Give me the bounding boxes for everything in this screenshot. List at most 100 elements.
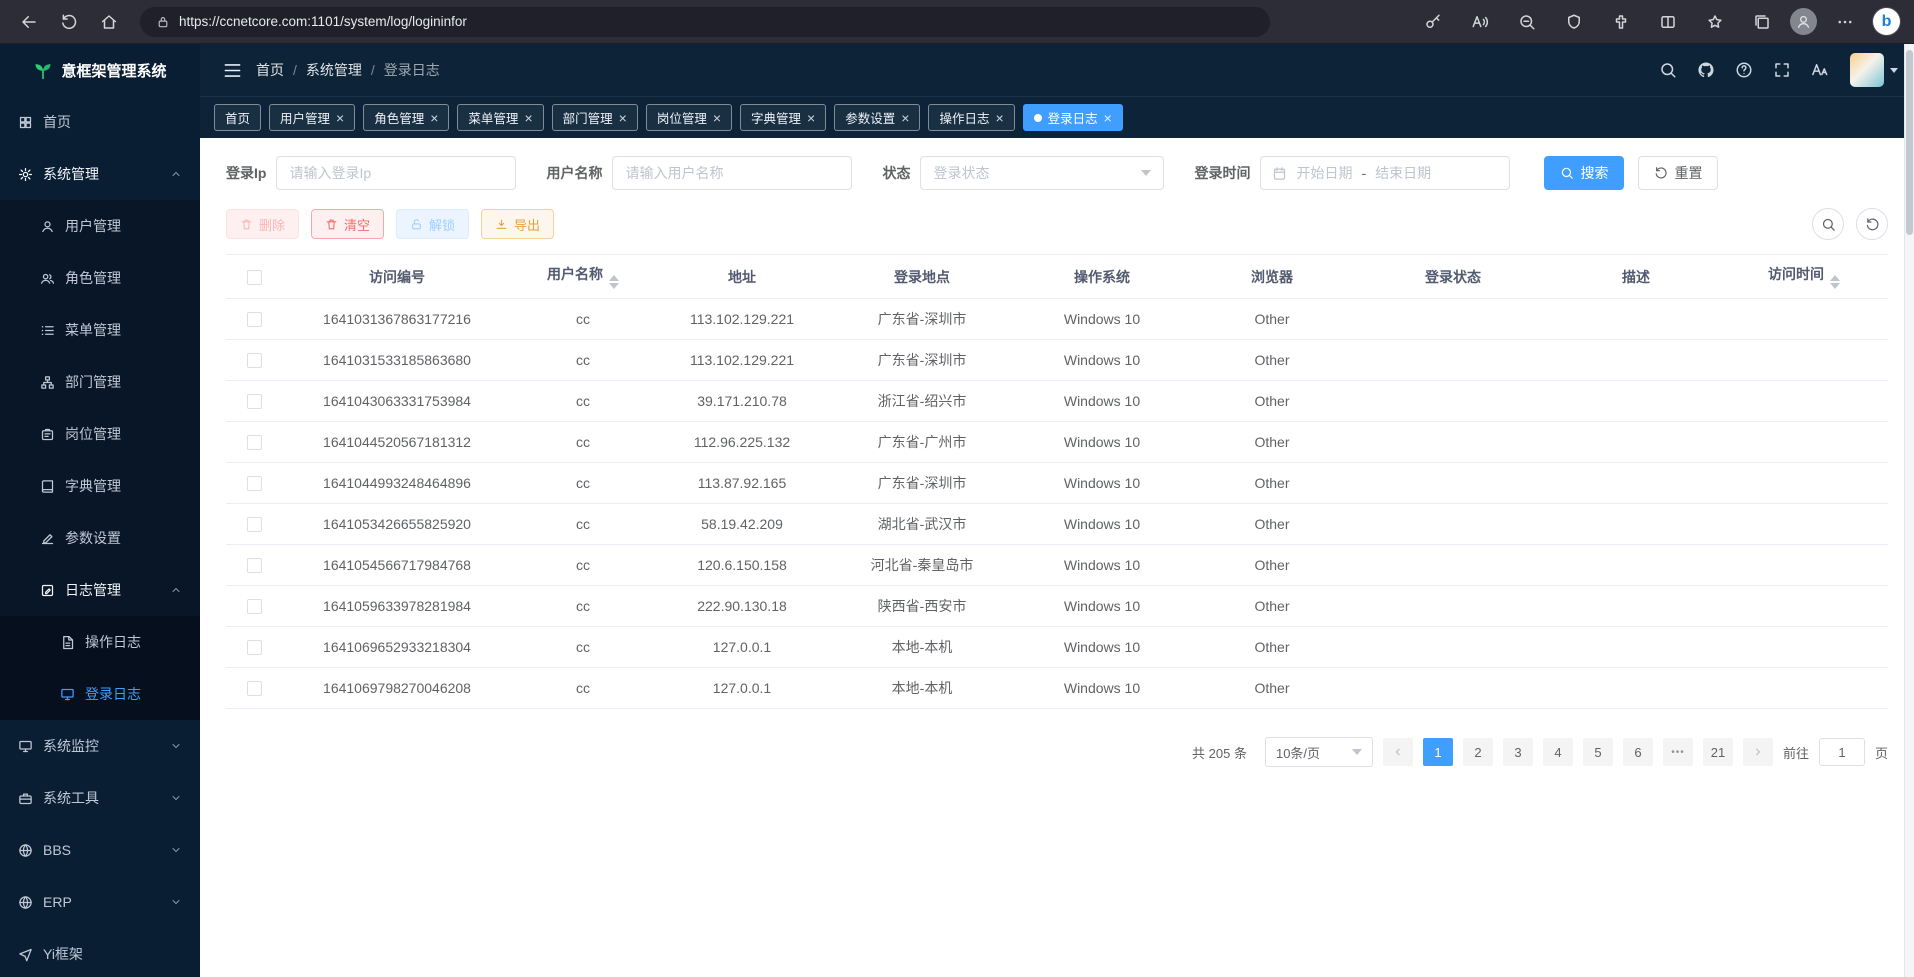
tab-close-icon[interactable]: × xyxy=(524,111,532,125)
clear-button[interactable]: 清空 xyxy=(311,209,384,239)
reset-button[interactable]: 重置 xyxy=(1638,156,1718,190)
table-row[interactable]: 1641069798270046208 cc 127.0.0.1 本地-本机 W… xyxy=(226,668,1888,709)
table-row[interactable]: 1641031367863177216 cc 113.102.129.221 广… xyxy=(226,299,1888,340)
toggle-search-button[interactable] xyxy=(1812,208,1844,240)
page-button-6[interactable]: 6 xyxy=(1623,738,1653,766)
sidebar-item-param[interactable]: 参数设置 xyxy=(0,512,200,564)
tab-close-icon[interactable]: × xyxy=(995,111,1003,125)
table-row[interactable]: 1641053426655825920 cc 58.19.42.209 湖北省-… xyxy=(226,504,1888,545)
github-button[interactable] xyxy=(1690,54,1722,86)
row-checkbox[interactable] xyxy=(247,558,262,573)
row-checkbox[interactable] xyxy=(247,435,262,450)
browser-address-bar[interactable]: https://ccnetcore.com:1101/system/log/lo… xyxy=(140,7,1270,37)
tab-close-icon[interactable]: × xyxy=(1104,111,1112,125)
tab-dict[interactable]: 字典管理 × xyxy=(740,104,826,131)
scrollbar-thumb[interactable] xyxy=(1906,50,1913,235)
tab-role[interactable]: 角色管理 × xyxy=(363,104,449,131)
page-size-select[interactable]: 10条/页 xyxy=(1265,737,1373,767)
goto-page-input[interactable] xyxy=(1819,738,1865,766)
user-avatar[interactable] xyxy=(1850,53,1898,87)
table-row[interactable]: 1641069652933218304 cc 127.0.0.1 本地-本机 W… xyxy=(226,627,1888,668)
browser-refresh-button[interactable] xyxy=(50,5,88,39)
browser-home-button[interactable] xyxy=(90,5,128,39)
row-checkbox[interactable] xyxy=(247,681,262,696)
search-button[interactable]: 搜索 xyxy=(1544,156,1624,190)
split-screen-button[interactable] xyxy=(1649,5,1687,39)
tab-home[interactable]: 首页 xyxy=(214,104,261,131)
font-size-button[interactable] xyxy=(1804,54,1836,86)
breadcrumb-item-system[interactable]: 系统管理 xyxy=(306,60,362,80)
header-search-button[interactable] xyxy=(1652,54,1684,86)
collections-button[interactable] xyxy=(1743,5,1781,39)
export-button[interactable]: 导出 xyxy=(481,209,554,239)
column-header-time[interactable]: 访问时间 xyxy=(1720,255,1888,299)
vertical-scrollbar[interactable] xyxy=(1904,44,1914,977)
favorites-button[interactable] xyxy=(1696,5,1734,39)
tab-post[interactable]: 岗位管理 × xyxy=(646,104,732,131)
row-checkbox[interactable] xyxy=(247,640,262,655)
page-button-3[interactable]: 3 xyxy=(1503,738,1533,766)
copilot-bing-icon[interactable]: b xyxy=(1873,8,1900,35)
sort-caret-icon[interactable] xyxy=(1830,275,1840,289)
sidebar-item-monitor[interactable]: 系统监控 xyxy=(0,720,200,772)
row-checkbox[interactable] xyxy=(247,517,262,532)
sidebar-item-home[interactable]: 首页 xyxy=(0,96,200,148)
fullscreen-button[interactable] xyxy=(1766,54,1798,86)
refresh-table-button[interactable] xyxy=(1856,208,1888,240)
table-row[interactable]: 1641054566717984768 cc 120.6.150.158 河北省… xyxy=(226,545,1888,586)
login-ip-input[interactable] xyxy=(276,156,516,190)
login-time-range-picker[interactable]: 开始日期 - 结束日期 xyxy=(1260,156,1510,190)
browser-profile-avatar[interactable] xyxy=(1790,8,1817,35)
breadcrumb-item-home[interactable]: 首页 xyxy=(256,60,284,80)
sidebar-item-loginlog[interactable]: 登录日志 xyxy=(0,668,200,720)
tab-menu[interactable]: 菜单管理 × xyxy=(457,104,543,131)
sidebar-item-operlog[interactable]: 操作日志 xyxy=(0,616,200,668)
tab-close-icon[interactable]: × xyxy=(713,111,721,125)
zoom-out-button[interactable] xyxy=(1508,5,1546,39)
tab-param[interactable]: 参数设置 × xyxy=(834,104,920,131)
sidebar-item-system[interactable]: 系统管理 xyxy=(0,148,200,200)
tab-close-icon[interactable]: × xyxy=(430,111,438,125)
table-row[interactable]: 1641043063331753984 cc 39.171.210.78 浙江省… xyxy=(226,381,1888,422)
table-row[interactable]: 1641059633978281984 cc 222.90.130.18 陕西省… xyxy=(226,586,1888,627)
password-key-button[interactable] xyxy=(1414,5,1452,39)
tab-close-icon[interactable]: × xyxy=(807,111,815,125)
sidebar-item-yi[interactable]: Yi框架 xyxy=(0,928,200,977)
prev-page-button[interactable]: ‹ xyxy=(1383,738,1413,766)
browser-menu-button[interactable] xyxy=(1826,5,1864,39)
more-pages-button[interactable]: ••• xyxy=(1663,738,1693,766)
sidebar-item-tool[interactable]: 系统工具 xyxy=(0,772,200,824)
status-select[interactable]: 登录状态 xyxy=(920,156,1164,190)
table-row[interactable]: 1641044993248464896 cc 113.87.92.165 广东省… xyxy=(226,463,1888,504)
sidebar-item-dict[interactable]: 字典管理 xyxy=(0,460,200,512)
select-all-checkbox[interactable] xyxy=(247,270,262,285)
sidebar-fold-button[interactable] xyxy=(216,54,248,86)
sidebar-item-role[interactable]: 菜单管理 角色管理 xyxy=(0,252,200,304)
page-button-2[interactable]: 2 xyxy=(1463,738,1493,766)
row-checkbox[interactable] xyxy=(247,312,262,327)
sidebar-item-menu[interactable]: 菜单管理 xyxy=(0,304,200,356)
table-row[interactable]: 1641044520567181312 cc 112.96.225.132 广东… xyxy=(226,422,1888,463)
browser-essentials-button[interactable] xyxy=(1555,5,1593,39)
sidebar-item-erp[interactable]: ERP xyxy=(0,876,200,928)
row-checkbox[interactable] xyxy=(247,394,262,409)
sidebar-item-post[interactable]: 岗位管理 xyxy=(0,408,200,460)
tab-loginlog-active[interactable]: 登录日志 × xyxy=(1023,104,1123,131)
delete-button[interactable]: 删除 xyxy=(226,209,299,239)
extensions-button[interactable] xyxy=(1602,5,1640,39)
sidebar-item-log[interactable]: 日志管理 xyxy=(0,564,200,616)
row-checkbox[interactable] xyxy=(247,476,262,491)
sidebar-item-bbs[interactable]: BBS xyxy=(0,824,200,876)
page-button-4[interactable]: 4 xyxy=(1543,738,1573,766)
page-button-21[interactable]: 21 xyxy=(1703,738,1733,766)
sidebar-item-user[interactable]: 用户管理 xyxy=(0,200,200,252)
page-button-1[interactable]: 1 xyxy=(1423,738,1453,766)
tab-close-icon[interactable]: × xyxy=(336,111,344,125)
sort-caret-icon[interactable] xyxy=(609,275,619,289)
help-button[interactable] xyxy=(1728,54,1760,86)
sidebar-item-dept[interactable]: 部门管理 xyxy=(0,356,200,408)
page-button-5[interactable]: 5 xyxy=(1583,738,1613,766)
row-checkbox[interactable] xyxy=(247,599,262,614)
tab-close-icon[interactable]: × xyxy=(901,111,909,125)
column-header-username[interactable]: 用户名称 xyxy=(512,255,654,299)
